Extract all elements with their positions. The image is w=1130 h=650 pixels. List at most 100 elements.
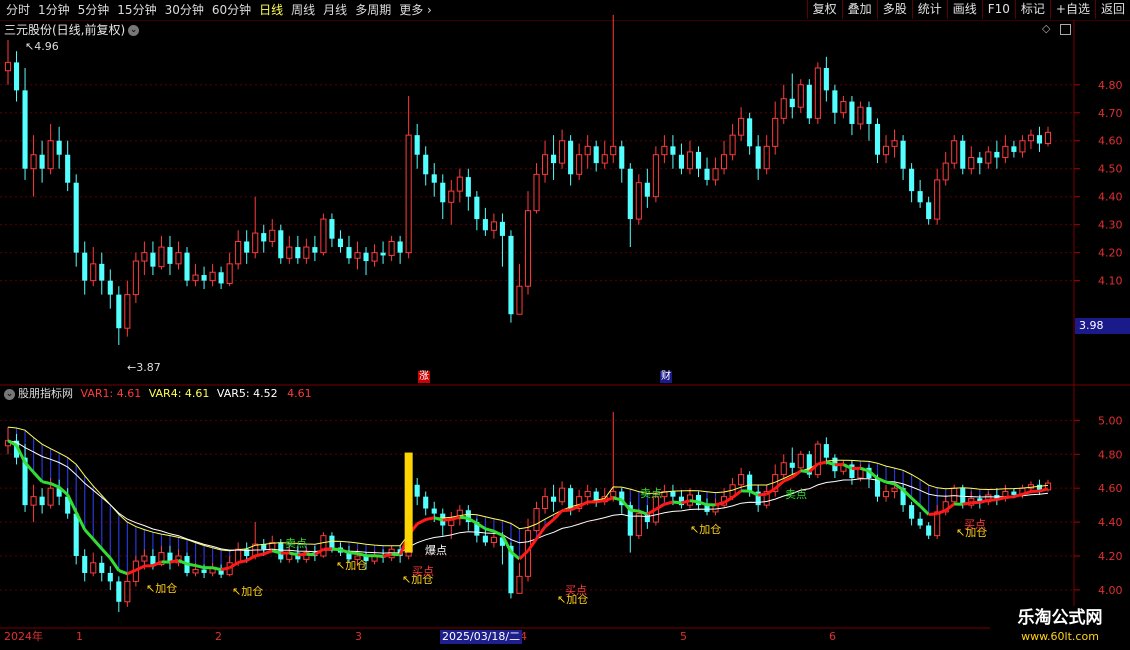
main-candle-up: [141, 252, 148, 262]
signal-buy-1: 买点: [412, 565, 434, 578]
marker-cai[interactable]: 财: [660, 371, 672, 383]
main-candle-up: [541, 154, 549, 175]
main-candle-up: [652, 154, 659, 198]
main-candle-up: [456, 176, 463, 192]
fast-signal-segment: [757, 492, 767, 497]
main-y-tick-label: 4.10: [1098, 275, 1123, 288]
main-candle-up: [448, 190, 455, 203]
main-candle-up: [405, 134, 412, 254]
fast-signal-segment: [288, 551, 299, 557]
fast-signal-segment: [595, 498, 605, 504]
main-candle-down: [593, 146, 599, 164]
main-candle-up: [661, 145, 668, 156]
main-candle-up: [610, 145, 617, 156]
main-candle-down: [56, 140, 62, 155]
fast-signal-segment: [962, 501, 972, 506]
main-candle-up: [269, 229, 276, 242]
main-candle-down: [22, 90, 28, 169]
ind-candle-down: [747, 474, 753, 492]
ind-candle-down: [482, 535, 488, 543]
fast-signal-segment: [348, 551, 358, 556]
main-candle-down: [977, 157, 983, 164]
fast-signal-segment: [416, 518, 427, 526]
main-candle-down: [551, 154, 557, 164]
main-candle-down: [218, 272, 224, 284]
kline-chart[interactable]: 4.80 4.70 4.60 4.50 4.40 4.30 4.20 4.10 5.00 4.80…: [0, 0, 1130, 650]
fast-signal-segment: [817, 460, 827, 466]
main-candle-up: [763, 145, 770, 170]
fast-signal-segment: [331, 547, 341, 552]
main-candle-down: [39, 154, 45, 169]
main-candle-down: [909, 168, 915, 192]
ind-candle-down: [789, 462, 795, 468]
main-candle-down: [806, 84, 812, 119]
main-candle-down: [440, 182, 446, 203]
fast-signal-segment: [306, 552, 315, 557]
main-candle-down: [82, 252, 88, 281]
ind-candle-up: [541, 496, 549, 510]
ind-candle-down: [107, 572, 113, 582]
fast-signal-segment: [118, 569, 128, 576]
main-candle-up: [516, 285, 523, 315]
main-candle-up: [90, 263, 97, 282]
main-candle-down: [184, 252, 190, 281]
main-candle-up: [371, 252, 378, 262]
main-candle-down: [755, 146, 761, 169]
fast-signal-segment: [297, 552, 307, 557]
main-candle-up: [1027, 134, 1035, 142]
main-candle-up: [840, 101, 847, 114]
year-label: 2024年: [4, 630, 43, 643]
watermark-url: www.60lt.com: [1021, 630, 1099, 643]
main-candle-up: [814, 67, 821, 119]
main-candle-down: [678, 154, 684, 169]
main-candle-up: [797, 84, 804, 108]
main-candle-up: [1044, 131, 1052, 145]
main-candle-up: [721, 154, 728, 170]
main-candle-down: [926, 202, 932, 220]
fast-signal-segment: [484, 527, 495, 533]
ind-candle-up: [559, 487, 566, 503]
main-candle-down: [917, 191, 923, 203]
month-6: 6: [829, 630, 836, 643]
main-candle-up: [132, 260, 139, 296]
main-candle-up: [354, 252, 361, 259]
ind-candle-up: [780, 462, 787, 476]
ind-y-tick-label: 4.60: [1098, 482, 1123, 495]
main-candle-down: [789, 98, 795, 108]
main-candle-down: [295, 247, 301, 259]
ind-candle-down: [278, 542, 284, 560]
main-candle-down: [431, 174, 437, 183]
fast-signal-segment: [672, 500, 682, 505]
ind-candle-down: [926, 525, 932, 536]
main-candle-down: [866, 107, 872, 124]
high-price-label: ↖4.96: [25, 40, 59, 53]
main-candle-down: [99, 263, 105, 281]
fast-signal-segment: [237, 559, 248, 564]
main-candle-down: [329, 219, 335, 239]
month-3: 3: [355, 630, 362, 643]
marker-zhang[interactable]: 涨: [418, 371, 430, 383]
main-candle-up: [4, 61, 12, 72]
main-candle-up: [576, 154, 583, 175]
main-candle-up: [524, 210, 532, 287]
main-candle-up: [1019, 140, 1026, 153]
fast-signal-segment: [1005, 495, 1015, 499]
ind-candle-up: [951, 487, 958, 503]
fast-signal-segment: [92, 538, 103, 550]
main-candle-up: [209, 271, 216, 282]
main-candle-up: [226, 263, 233, 284]
main-candle-down: [695, 151, 702, 169]
main-y-tick-label: 4.70: [1098, 107, 1123, 120]
ind-candle-down: [39, 496, 45, 506]
main-candle-down: [397, 241, 403, 253]
fast-signal-segment: [493, 529, 504, 537]
fast-signal-segment: [936, 508, 947, 516]
main-candle-down: [116, 294, 122, 329]
main-candle-down: [261, 233, 267, 242]
ind-candle-up: [934, 511, 941, 537]
ind-candle-up: [30, 496, 37, 506]
fast-signal-segment: [459, 515, 469, 520]
ind-candle-up: [320, 535, 327, 557]
ind-candle-up: [891, 487, 898, 493]
ind-candle-down: [431, 508, 437, 514]
